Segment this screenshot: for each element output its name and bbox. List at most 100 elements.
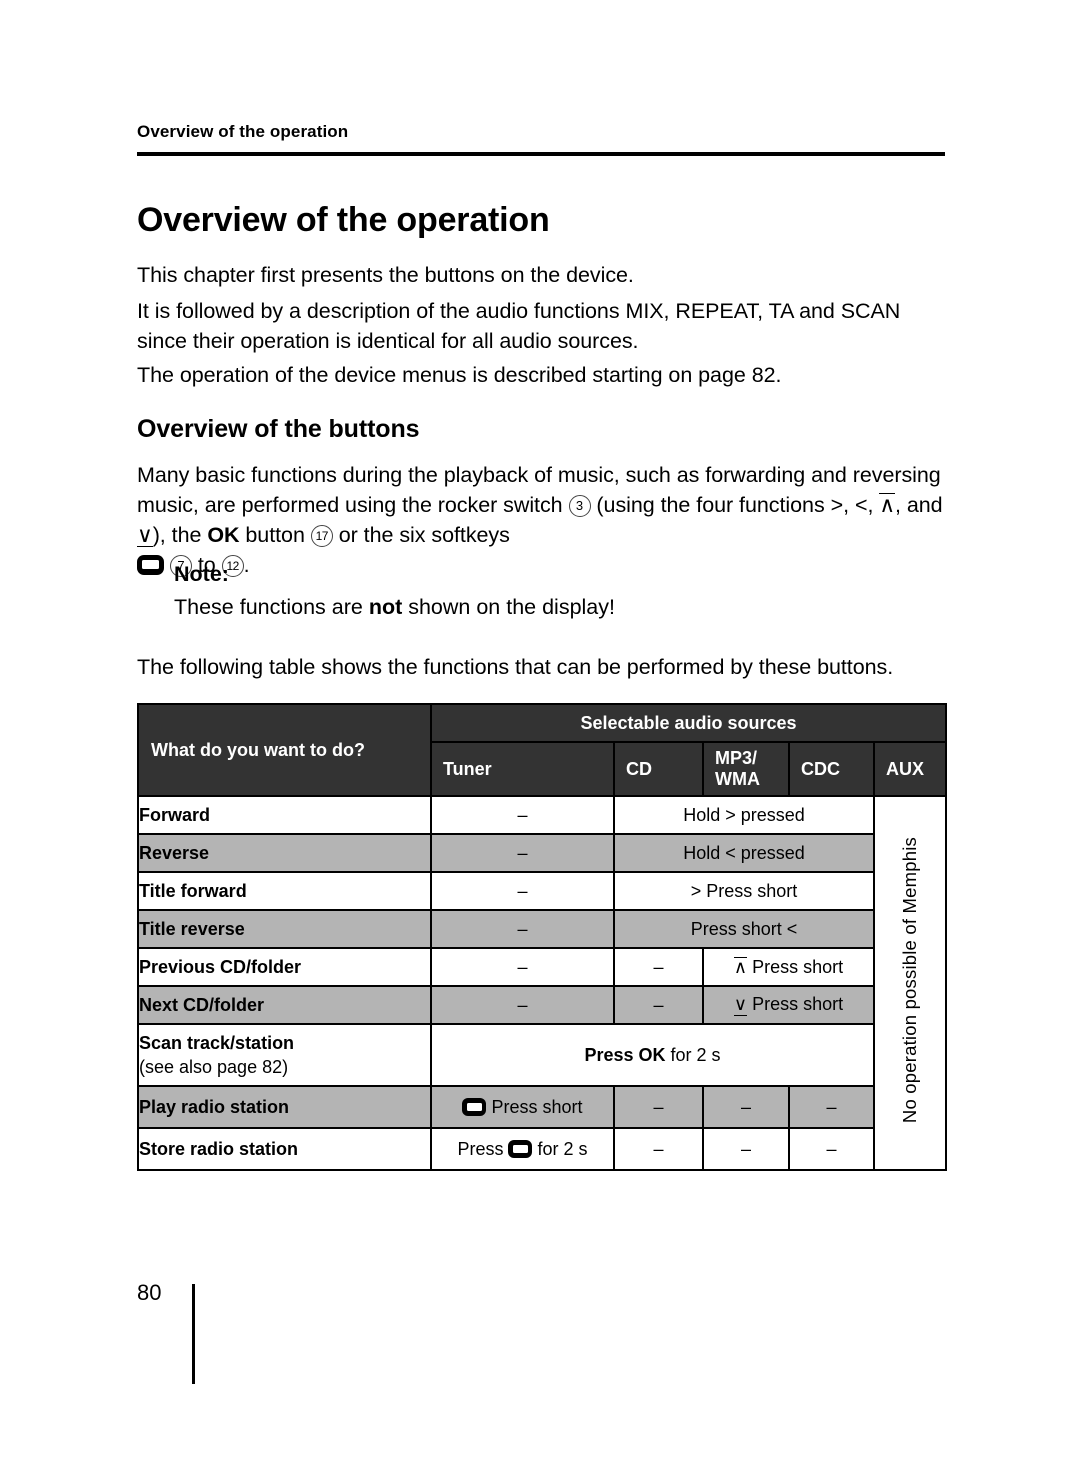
cell-store-cdc: – bbox=[788, 1127, 875, 1171]
symbol-right: > bbox=[725, 804, 736, 825]
table-header-row-group: What do you want to do? Selectable audio… bbox=[137, 703, 948, 797]
cell-title-reverse-tuner: – bbox=[430, 909, 615, 949]
page-title: Overview of the operation bbox=[137, 200, 550, 239]
table-row: Forward – Hold > pressed No operation po… bbox=[137, 795, 948, 1171]
row-label-scan-track-station: Scan track/station (see also page 82) bbox=[137, 1023, 432, 1087]
page-number: 80 bbox=[137, 1280, 162, 1305]
paragraph-audio-functions: It is followed by a description of the a… bbox=[137, 298, 901, 353]
table-row: Title forward – > Press short bbox=[137, 871, 946, 911]
text-run-f: ), the bbox=[152, 522, 208, 547]
row-label-main: Scan track/station bbox=[139, 1032, 295, 1053]
table-row: Scan track/station (see also page 82) Pre… bbox=[137, 1023, 946, 1087]
callout-ref-3: 3 bbox=[568, 494, 591, 517]
table-row: Store radio station Press for 2 s – – – bbox=[137, 1127, 946, 1171]
header-group-sources: Selectable audio sources bbox=[429, 703, 948, 743]
header-question: What do you want to do? bbox=[137, 703, 432, 797]
header-source-mp3-line1: MP3/ bbox=[715, 748, 758, 768]
table-row: Title reverse – Press short < bbox=[137, 909, 946, 949]
row-label-title-reverse: Title reverse bbox=[137, 909, 432, 949]
symbol-down-underline: ∨ bbox=[733, 994, 748, 1016]
footer-rule bbox=[192, 1284, 195, 1384]
header-source-mp3-line2: WMA bbox=[715, 769, 760, 789]
row-label-title-forward: Title forward bbox=[137, 871, 432, 911]
document-page: Overview of the operation Overview of th… bbox=[0, 0, 1080, 1460]
cell-store-tuner: Press for 2 s bbox=[430, 1127, 615, 1171]
functions-table: What do you want to do? Selectable audio… bbox=[137, 703, 948, 1171]
cell-text-post: Press short bbox=[747, 956, 844, 977]
text-run-d: , bbox=[867, 492, 880, 517]
cell-text-post: pressed bbox=[735, 804, 805, 825]
symbol-up-overline: ∧ bbox=[879, 492, 896, 517]
paragraph-intro: This chapter first presents the buttons … bbox=[137, 262, 634, 287]
section-title-buttons: Overview of the buttons bbox=[137, 414, 420, 443]
softkey-icon bbox=[508, 1139, 533, 1158]
text-run-g: button bbox=[239, 522, 311, 547]
cell-text-post: for 2 s bbox=[532, 1138, 588, 1159]
cell-scan-merged: Press OK for 2 s bbox=[430, 1023, 875, 1087]
cell-text-post: pressed bbox=[735, 842, 805, 863]
cell-store-cd: – bbox=[613, 1127, 704, 1171]
cell-reverse-merged: Hold < pressed bbox=[613, 833, 875, 873]
paragraph-table-intro: The following table shows the functions … bbox=[137, 654, 894, 679]
symbol-left: < bbox=[786, 918, 798, 939]
row-label-sub: (see also page 82) bbox=[139, 1056, 289, 1077]
cell-previous-tuner: – bbox=[430, 947, 615, 987]
table-row: Reverse – Hold < pressed bbox=[137, 833, 946, 873]
note-text-a: These functions are bbox=[174, 595, 369, 619]
header-source-cdc: CDC bbox=[788, 741, 875, 797]
cell-reverse-tuner: – bbox=[430, 833, 615, 873]
cell-next-merged: ∨ Press short bbox=[702, 985, 875, 1025]
cell-next-tuner: – bbox=[430, 985, 615, 1025]
symbol-up-overline: ∧ bbox=[733, 956, 748, 977]
row-label-forward: Forward bbox=[137, 795, 432, 835]
cell-store-mp3: – bbox=[702, 1127, 790, 1171]
cell-text-post: Press short bbox=[747, 994, 844, 1015]
paragraph-basic-functions: Many basic functions during the playback… bbox=[137, 460, 955, 580]
symbol-right: > bbox=[830, 492, 844, 517]
cell-aux-no-operation: No operation possible of Memphis bbox=[872, 795, 948, 1171]
cell-title-forward-merged: > Press short bbox=[613, 871, 875, 911]
note-text-emphasis: not bbox=[368, 595, 403, 619]
ok-button-label: OK bbox=[207, 522, 240, 547]
header-source-aux: AUX bbox=[872, 741, 948, 797]
cell-text-bold: Press OK bbox=[584, 1044, 666, 1065]
paragraph-device-menus: The operation of the device menus is des… bbox=[137, 362, 782, 387]
cell-play-cd: – bbox=[613, 1085, 704, 1129]
running-head: Overview of the operation bbox=[137, 122, 349, 141]
note-text-b: shown on the display! bbox=[402, 595, 615, 619]
text-run-h: or the six softkeys bbox=[332, 522, 510, 547]
cell-text-pre: Press short bbox=[690, 918, 787, 939]
functions-table-wrapper: What do you want to do? Selectable audio… bbox=[137, 703, 948, 1171]
row-label-previous-cd-folder: Previous CD/folder bbox=[137, 947, 432, 987]
header-rule bbox=[137, 152, 945, 156]
text-run-b: (using the four functions bbox=[590, 492, 831, 517]
cell-previous-cd: – bbox=[613, 947, 704, 987]
text-run-c: , bbox=[843, 492, 855, 517]
callout-ref-17: 17 bbox=[310, 524, 333, 547]
cell-title-forward-tuner: – bbox=[430, 871, 615, 911]
header-source-tuner: Tuner bbox=[430, 741, 615, 797]
cell-previous-merged: ∧ Press short bbox=[702, 947, 875, 987]
table-row: Next CD/folder – – ∨ Press short bbox=[137, 985, 946, 1025]
text-run-e: , and bbox=[895, 492, 943, 517]
cell-play-cdc: – bbox=[788, 1085, 875, 1129]
row-label-store-radio-station: Store radio station bbox=[137, 1127, 432, 1171]
symbol-left: < bbox=[725, 842, 736, 863]
cell-next-cd: – bbox=[613, 985, 704, 1025]
cell-text-pre: Hold bbox=[683, 842, 726, 863]
symbol-left: < bbox=[854, 492, 868, 517]
cell-play-mp3: – bbox=[702, 1085, 790, 1129]
cell-play-tuner: Press short bbox=[430, 1085, 615, 1129]
cell-text-pre: Hold bbox=[683, 804, 726, 825]
header-source-mp3wma: MP3/WMA bbox=[702, 741, 790, 797]
text-run-j: . bbox=[243, 552, 250, 577]
note-title: Note: bbox=[174, 562, 229, 586]
note-body: These functions are not shown on the dis… bbox=[174, 592, 615, 622]
cell-text: Press short bbox=[491, 1096, 583, 1117]
row-label-play-radio-station: Play radio station bbox=[137, 1085, 432, 1129]
cell-text-post: Press short bbox=[701, 880, 798, 901]
symbol-right: > bbox=[690, 880, 702, 901]
symbol-down-underline: ∨ bbox=[137, 522, 153, 547]
cell-text-pre: Press bbox=[457, 1138, 509, 1159]
cell-forward-tuner: – bbox=[430, 795, 615, 835]
